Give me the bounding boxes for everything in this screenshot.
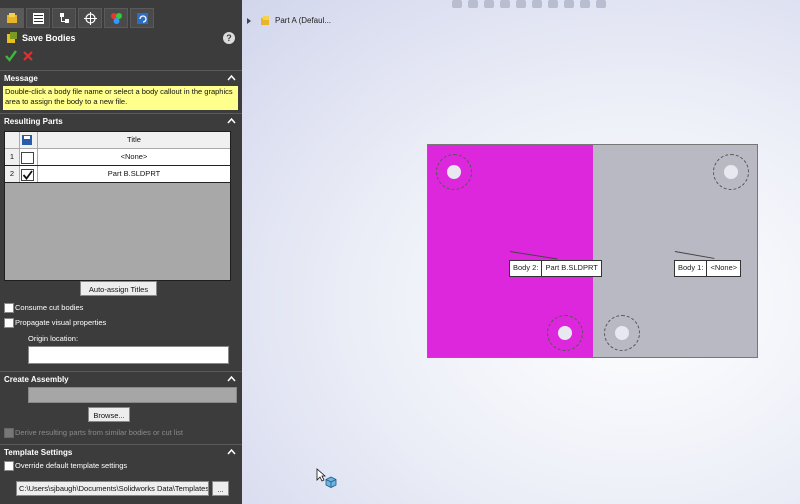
property-manager-panel: Save Bodies ? Message Double-click a bod… (0, 0, 242, 504)
view-orientation-icon[interactable] (516, 0, 526, 8)
checkbox-box (4, 428, 14, 438)
checkbox-box[interactable] (4, 318, 14, 328)
hole (604, 315, 640, 351)
table-row[interactable]: 2 Part B.SLDPRT (4, 165, 231, 183)
callout-label: Body 1: (675, 261, 708, 276)
origin-location-input[interactable] (28, 346, 229, 364)
resulting-parts-header[interactable]: Resulting Parts (0, 113, 242, 129)
cancel-x-icon[interactable] (23, 51, 33, 61)
override-label: Override default template settings (15, 461, 128, 470)
section-view-icon[interactable] (500, 0, 510, 8)
help-icon[interactable]: ? (223, 32, 235, 44)
checkbox-box[interactable] (4, 461, 14, 471)
row-title[interactable]: Part B.SLDPRT (37, 166, 230, 182)
checkmark-icon (22, 170, 33, 180)
hole (713, 154, 749, 190)
expand-arrow-icon[interactable] (247, 18, 251, 24)
body-2-callout[interactable]: Body 2: Part B.SLDPRT (509, 260, 602, 277)
checkbox-box[interactable] (4, 303, 14, 313)
save-disk-icon (22, 135, 32, 145)
row-number: 1 (5, 149, 20, 165)
callout-value: <None> (710, 263, 738, 272)
auto-assign-titles-button[interactable]: Auto-assign Titles (80, 281, 157, 296)
tab-dimxpert[interactable] (78, 8, 102, 28)
previous-view-icon[interactable] (484, 0, 494, 8)
crosshair-icon (83, 11, 97, 25)
template-settings-label: Template Settings (4, 448, 73, 457)
resulting-parts-label: Resulting Parts (4, 117, 63, 126)
tab-display-manager[interactable] (104, 8, 128, 28)
property-list-icon (32, 12, 44, 24)
template-settings-header[interactable]: Template Settings (0, 444, 242, 460)
row-number: 2 (5, 166, 20, 182)
part-icon (261, 16, 269, 25)
message-section-header[interactable]: Message (0, 70, 242, 86)
chevron-up-icon[interactable] (227, 447, 236, 456)
row-checkbox[interactable] (21, 152, 34, 164)
chevron-up-icon[interactable] (227, 116, 236, 125)
rotate-icon (136, 12, 148, 24)
tab-property-manager[interactable] (0, 8, 24, 28)
corner-cell (5, 132, 20, 148)
row-title[interactable]: <None> (37, 149, 230, 165)
panel-tabs (0, 8, 156, 28)
panel-titlebar: Save Bodies ? (0, 30, 242, 48)
zoom-area-icon[interactable] (468, 0, 478, 8)
title-column-header[interactable]: Title (37, 132, 230, 148)
assembly-path-input (28, 387, 237, 403)
configuration-icon (59, 12, 69, 23)
tab-configuration[interactable] (52, 8, 76, 28)
panel-title: Save Bodies (22, 33, 76, 43)
view-settings-icon[interactable] (596, 0, 606, 8)
zoom-icon[interactable] (452, 0, 462, 8)
view-cube-icon (325, 476, 337, 488)
hole (436, 154, 472, 190)
feature-tree-root[interactable]: Part A (Defaul... (260, 15, 331, 26)
create-assembly-header[interactable]: Create Assembly (0, 371, 242, 387)
display-style-icon[interactable] (532, 0, 542, 8)
feature-manager-icon (6, 12, 17, 23)
callout-label: Body 2: (510, 261, 543, 276)
scene-icon[interactable] (580, 0, 590, 8)
message-header-label: Message (4, 74, 38, 83)
appearance-icon[interactable] (564, 0, 574, 8)
chevron-up-icon[interactable] (227, 374, 236, 383)
origin-location-label: Origin location: (28, 334, 79, 343)
propagate-label: Propagate visual properties (15, 318, 107, 327)
message-box: Double-click a body file name or select … (3, 86, 238, 110)
row-checkbox[interactable] (21, 169, 34, 181)
tab-rotate[interactable] (130, 8, 154, 28)
part-model[interactable] (427, 144, 758, 358)
ok-checkmark-icon[interactable] (5, 50, 17, 62)
create-assembly-label: Create Assembly (4, 375, 69, 384)
graphics-area[interactable]: Part A (Defaul... Body 2: Part B.SLDPRT … (242, 0, 800, 504)
template-path-input[interactable]: C:\Users\sjbaugh\Documents\Solidworks Da… (16, 481, 209, 496)
browse-button[interactable]: Browse... (88, 407, 130, 422)
template-browse-button[interactable]: ... (212, 481, 229, 496)
hole (547, 315, 583, 351)
callout-value: Part B.SLDPRT (545, 263, 598, 272)
chevron-up-icon[interactable] (227, 73, 236, 82)
tree-item-label: Part A (Defaul... (275, 16, 332, 25)
derive-label: Derive resulting parts from similar bodi… (15, 428, 183, 437)
table-row[interactable]: 1 <None> (5, 149, 230, 165)
heads-up-toolbar (452, 0, 606, 12)
resulting-parts-table: Title 1 <None> 2 Part B.SLDPRT (4, 131, 231, 281)
tab-properties[interactable] (26, 8, 50, 28)
body-1-callout[interactable]: Body 1: <None> (674, 260, 742, 277)
save-bodies-icon (7, 32, 17, 43)
table-header-row: Title (5, 132, 230, 148)
display-manager-icon (110, 12, 122, 24)
consume-cut-label: Consume cut bodies (15, 303, 84, 312)
hide-show-icon[interactable] (548, 0, 558, 8)
